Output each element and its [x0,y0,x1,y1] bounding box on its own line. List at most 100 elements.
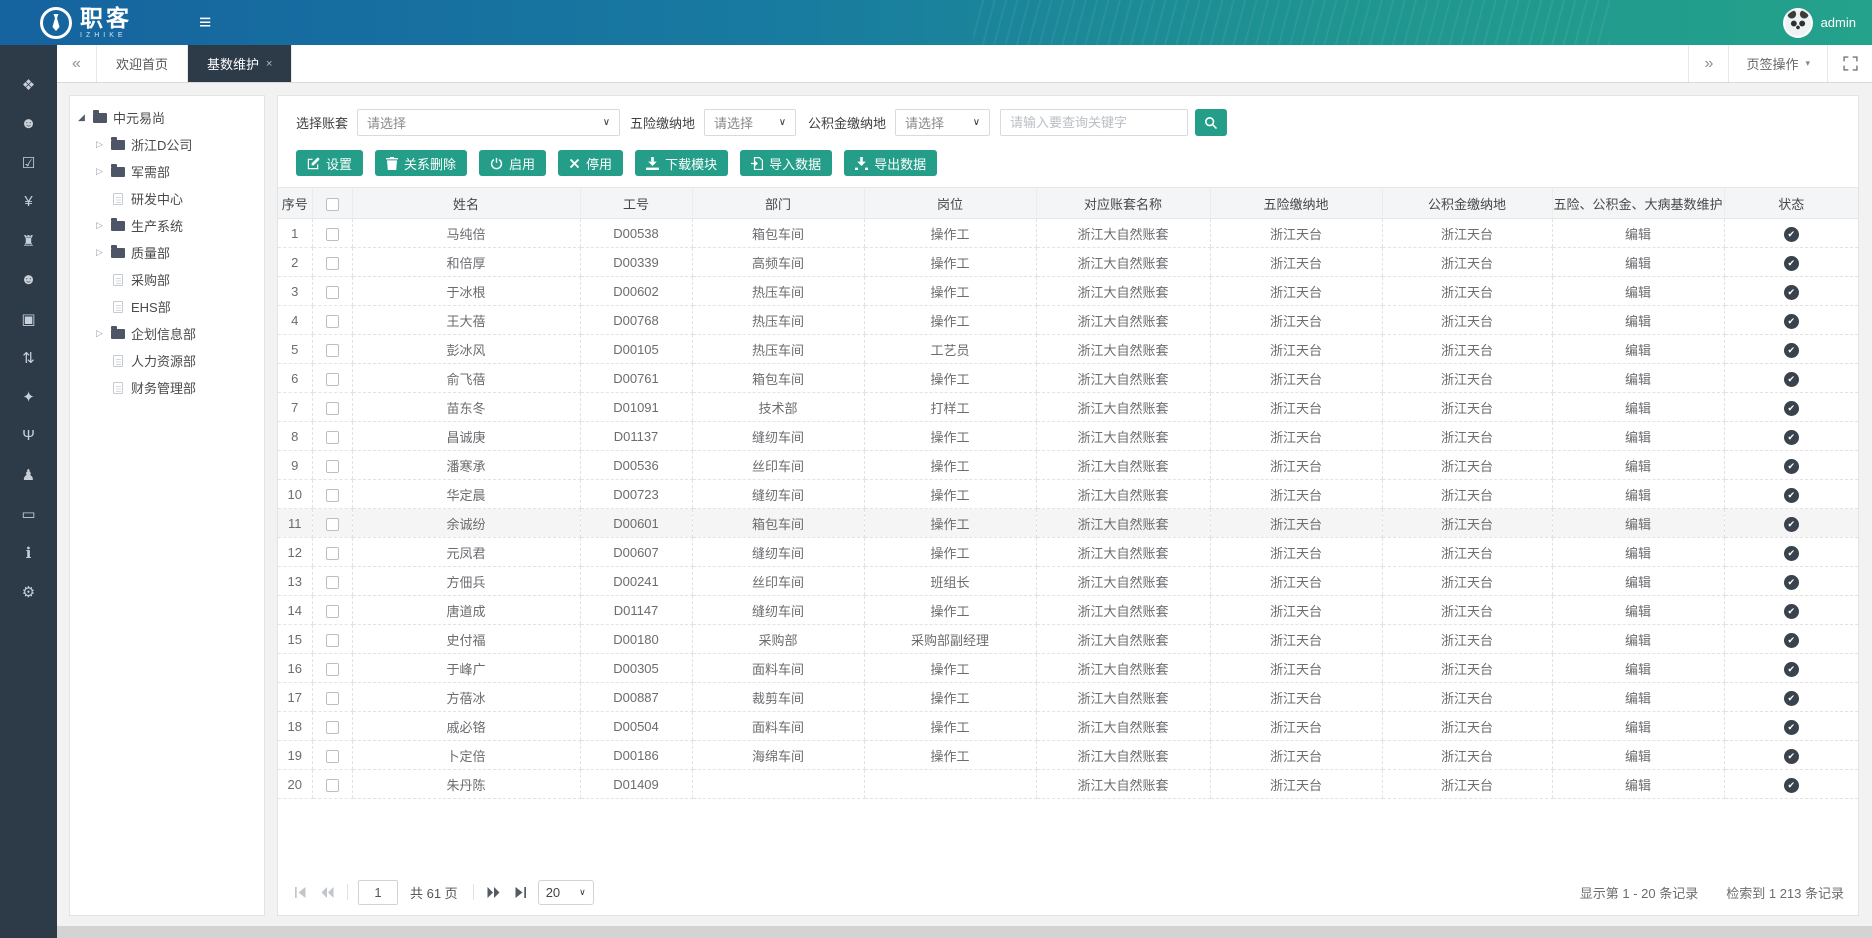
row-checkbox[interactable] [326,431,339,444]
tabs-scroll-right-icon[interactable]: » [1688,45,1728,82]
tree-caret-icon[interactable]: ◢ [78,112,91,123]
table-row[interactable]: 2和倍厚D00339高频车间操作工浙江大自然账套浙江天台浙江天台编辑✔ [278,248,1858,277]
tab-1[interactable]: 欢迎首页 [97,45,188,82]
search-button[interactable] [1195,109,1227,136]
row-checkbox[interactable] [326,547,339,560]
download-template-button[interactable]: 下载模块 [635,150,728,176]
row-checkbox[interactable] [326,721,339,734]
insurance-place-select[interactable]: 请选择∨ [704,109,796,136]
row-checkbox[interactable] [326,518,339,531]
keyword-search-input[interactable] [1000,109,1188,136]
table-row[interactable]: 15史付福D00180采购部采购部副经理浙江大自然账套浙江天台浙江天台编辑✔ [278,625,1858,654]
info-icon[interactable]: ℹ [0,533,57,572]
devices-icon[interactable]: ▭ [0,494,57,533]
org-icon[interactable]: Ψ [0,416,57,455]
table-row[interactable]: 7苗东冬D01091技术部打样工浙江大自然账套浙江天台浙江天台编辑✔ [278,393,1858,422]
tree-caret-icon[interactable]: ▷ [96,328,109,339]
row-checkbox[interactable] [326,228,339,241]
table-row[interactable]: 14唐道成D01147缝纫车间操作工浙江大自然账套浙江天台浙江天台编辑✔ [278,596,1858,625]
row-checkbox[interactable] [326,634,339,647]
row-checkbox[interactable] [326,315,339,328]
table-row[interactable]: 10华定晨D00723缝纫车间操作工浙江大自然账套浙江天台浙江天台编辑✔ [278,480,1858,509]
export-data-button[interactable]: 导出数据 [844,150,937,176]
tree-node[interactable]: EHS部 [78,293,256,320]
table-row[interactable]: 8昌诚庚D01137缝纫车间操作工浙江大自然账套浙江天台浙江天台编辑✔ [278,422,1858,451]
tree-caret-icon[interactable]: ▷ [96,139,109,150]
row-checkbox[interactable] [326,489,339,502]
cell-edit-link[interactable]: 编辑 [1552,451,1724,480]
table-row[interactable]: 6俞飞蓓D00761箱包车间操作工浙江大自然账套浙江天台浙江天台编辑✔ [278,364,1858,393]
cell-edit-link[interactable]: 编辑 [1552,422,1724,451]
cell-edit-link[interactable]: 编辑 [1552,509,1724,538]
tree-node[interactable]: 采购部 [78,266,256,293]
cell-edit-link[interactable]: 编辑 [1552,625,1724,654]
settings-button[interactable]: 设置 [296,150,363,176]
cell-edit-link[interactable]: 编辑 [1552,364,1724,393]
first-page-icon[interactable] [290,882,310,902]
tree-node[interactable]: ▷生产系统 [78,212,256,239]
table-row[interactable]: 18戚必铬D00504面料车间操作工浙江大自然账套浙江天台浙江天台编辑✔ [278,712,1858,741]
row-checkbox[interactable] [326,460,339,473]
row-checkbox[interactable] [326,402,339,415]
close-icon[interactable]: × [266,58,272,70]
table-row[interactable]: 12元凤君D00607缝纫车间操作工浙江大自然账套浙江天台浙江天台编辑✔ [278,538,1858,567]
import-data-button[interactable]: 导入数据 [740,150,832,176]
prev-page-icon[interactable] [317,882,337,902]
team-icon[interactable]: ☻ [0,260,57,299]
tab-operations-dropdown[interactable]: 页签操作 ▾ [1728,45,1827,82]
fund-place-select[interactable]: 请选择∨ [895,109,990,136]
tab-2[interactable]: 基数维护× [188,45,292,82]
table-row[interactable]: 16于峰广D00305面料车间操作工浙江大自然账套浙江天台浙江天台编辑✔ [278,654,1858,683]
tree-node[interactable]: 研发中心 [78,185,256,212]
select-all-checkbox[interactable] [326,198,339,211]
tree-caret-icon[interactable]: ▷ [96,247,109,258]
cell-edit-link[interactable]: 编辑 [1552,219,1724,248]
table-row[interactable]: 4王大蓓D00768热压车间操作工浙江大自然账套浙江天台浙江天台编辑✔ [278,306,1858,335]
cell-edit-link[interactable]: 编辑 [1552,335,1724,364]
table-row[interactable]: 13方佃兵D00241丝印车间班组长浙江大自然账套浙江天台浙江天台编辑✔ [278,567,1858,596]
last-page-icon[interactable] [511,882,531,902]
table-row[interactable]: 1马纯倍D00538箱包车间操作工浙江大自然账套浙江天台浙江天台编辑✔ [278,219,1858,248]
row-checkbox[interactable] [326,373,339,386]
table-row[interactable]: 5彭冰风D00105热压车间工艺员浙江大自然账套浙江天台浙江天台编辑✔ [278,335,1858,364]
cell-edit-link[interactable]: 编辑 [1552,683,1724,712]
table-row[interactable]: 3于冰根D00602热压车间操作工浙江大自然账套浙江天台浙江天台编辑✔ [278,277,1858,306]
tree-node[interactable]: 财务管理部 [78,374,256,401]
approvals-icon[interactable]: ☑ [0,143,57,182]
row-checkbox[interactable] [326,605,339,618]
training-icon[interactable]: ✦ [0,377,57,416]
modules-icon[interactable]: ❖ [0,65,57,104]
table-row[interactable]: 17方蓓冰D00887裁剪车间操作工浙江大自然账套浙江天台浙江天台编辑✔ [278,683,1858,712]
cell-edit-link[interactable]: 编辑 [1552,393,1724,422]
settings-icon[interactable]: ⚙ [0,572,57,611]
table-row[interactable]: 19卜定倍D00186海绵车间操作工浙江大自然账套浙江天台浙江天台编辑✔ [278,741,1858,770]
enable-button[interactable]: 启用 [479,150,546,176]
cell-edit-link[interactable]: 编辑 [1552,567,1724,596]
profile-icon[interactable]: ♟ [0,455,57,494]
tree-node[interactable]: ▷企划信息部 [78,320,256,347]
tree-node[interactable]: 人力资源部 [78,347,256,374]
table-row[interactable]: 11余诚纷D00601箱包车间操作工浙江大自然账套浙江天台浙江天台编辑✔ [278,509,1858,538]
disable-button[interactable]: 停用 [558,150,623,176]
attendance-icon[interactable]: ⇅ [0,338,57,377]
tree-caret-icon[interactable]: ▷ [96,220,109,231]
row-checkbox[interactable] [326,663,339,676]
cell-edit-link[interactable]: 编辑 [1552,712,1724,741]
cell-edit-link[interactable]: 编辑 [1552,538,1724,567]
cell-edit-link[interactable]: 编辑 [1552,480,1724,509]
next-page-icon[interactable] [484,882,504,902]
tabs-scroll-left-icon[interactable]: « [57,45,97,82]
row-checkbox[interactable] [326,286,339,299]
hamburger-icon[interactable]: ≡ [199,12,211,33]
tree-node[interactable]: ◢中元易尚 [78,104,256,131]
page-number-input[interactable]: 1 [358,880,398,905]
row-checkbox[interactable] [326,750,339,763]
cell-edit-link[interactable]: 编辑 [1552,654,1724,683]
row-checkbox[interactable] [326,779,339,792]
salary-icon[interactable]: ¥ [0,182,57,221]
cell-edit-link[interactable]: 编辑 [1552,741,1724,770]
row-checkbox[interactable] [326,344,339,357]
cell-edit-link[interactable]: 编辑 [1552,306,1724,335]
user-menu[interactable]: admin [1783,8,1872,38]
table-row[interactable]: 20朱丹陈D01409浙江大自然账套浙江天台浙江天台编辑✔ [278,770,1858,799]
